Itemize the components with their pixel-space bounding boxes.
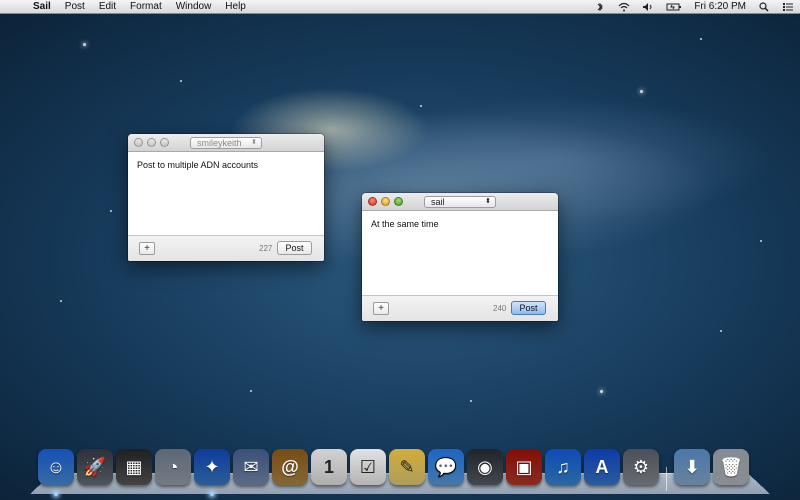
window-titlebar[interactable]: smileykeith ⬍ xyxy=(128,134,324,152)
character-count: 227 xyxy=(259,244,273,253)
running-indicator xyxy=(54,492,58,496)
photo-booth-glyph: ▣ xyxy=(515,456,533,477)
calendar-glyph: 1 xyxy=(323,456,334,477)
menu-format[interactable]: Format xyxy=(123,0,169,14)
wallpaper-star xyxy=(110,210,112,212)
account-select-value: sail xyxy=(431,197,445,207)
safari-icon[interactable]: ✦ xyxy=(194,449,230,485)
menu-edit[interactable]: Edit xyxy=(92,0,123,14)
itunes-glyph: ♫ xyxy=(556,456,570,477)
zoom-button[interactable] xyxy=(394,197,403,206)
minimize-button[interactable] xyxy=(381,197,390,206)
post-text: At the same time xyxy=(371,219,439,229)
mission-control-icon[interactable]: ▦ xyxy=(116,449,152,485)
wallpaper-star xyxy=(420,105,422,107)
notes-icon[interactable]: ✎ xyxy=(389,449,425,485)
character-count: 240 xyxy=(493,304,507,313)
menu-app-name[interactable]: Sail xyxy=(26,0,58,14)
account-select[interactable]: sail ⬍ xyxy=(424,196,496,208)
sail-window-sail: sail ⬍ At the same time + 240 Post xyxy=(362,193,558,321)
reminders-icon[interactable]: ☑ xyxy=(350,449,386,485)
wallpaper-star xyxy=(470,400,472,402)
wallpaper-star xyxy=(760,240,762,242)
minimize-button[interactable] xyxy=(147,138,156,147)
photo-booth-icon[interactable]: ▣ xyxy=(506,449,542,485)
post-text-area[interactable]: Post to multiple ADN accounts xyxy=(128,152,324,235)
zoom-button[interactable] xyxy=(160,138,169,147)
dock: ☺ 🚀 ▦ ◔ ✦ ✉ @1 ☑ ✎ 💬 ◉ ▣ ♫ A ⚙ ⬇ 🗑 xyxy=(38,449,768,496)
account-select[interactable]: smileykeith ⬍ xyxy=(190,137,262,149)
chevron-updown-icon: ⬍ xyxy=(485,198,491,205)
launchpad-icon[interactable]: 🚀 xyxy=(77,449,113,485)
post-text: Post to multiple ADN accounts xyxy=(137,160,259,170)
wallpaper-star xyxy=(83,43,86,46)
trash-glyph: 🗑 xyxy=(719,456,743,477)
running-indicator xyxy=(210,492,214,496)
clock[interactable]: Fri 6:20 PM xyxy=(688,0,752,14)
window-titlebar[interactable]: sail ⬍ xyxy=(362,193,558,211)
menu-bar: Sail Post Edit Format Window Help Fri 6:… xyxy=(0,0,800,14)
wallpaper-star xyxy=(600,390,603,393)
system-preferences-glyph: ⚙ xyxy=(632,456,650,477)
dashboard-glyph: ◔ xyxy=(167,456,179,477)
messages-glyph: 💬 xyxy=(434,456,458,477)
wallpaper-star xyxy=(60,300,62,302)
mail-icon[interactable]: ✉ xyxy=(233,449,269,485)
wifi-icon[interactable] xyxy=(612,2,636,12)
spotlight-icon[interactable] xyxy=(752,1,776,12)
downloads-folder-glyph: ⬇ xyxy=(684,456,700,477)
window-bottom-bar: + 240 Post xyxy=(362,295,558,321)
menu-post[interactable]: Post xyxy=(58,0,92,14)
itunes-icon[interactable]: ♫ xyxy=(545,449,581,485)
bluetooth-icon[interactable] xyxy=(588,2,612,12)
facetime-icon[interactable]: ◉ xyxy=(467,449,503,485)
add-attachment-button[interactable]: + xyxy=(373,302,389,315)
reminders-glyph: ☑ xyxy=(359,456,377,477)
dashboard-icon[interactable]: ◔ xyxy=(155,449,191,485)
wallpaper-star xyxy=(250,390,252,392)
battery-icon[interactable] xyxy=(660,2,688,12)
launchpad-glyph: 🚀 xyxy=(83,456,107,477)
chevron-updown-icon: ⬍ xyxy=(251,139,257,146)
downloads-folder-icon[interactable]: ⬇ xyxy=(674,449,710,485)
close-button[interactable] xyxy=(134,138,143,147)
mission-control-glyph: ▦ xyxy=(125,456,143,477)
trash-icon[interactable]: 🗑 xyxy=(713,449,749,485)
contacts-glyph: @ xyxy=(281,456,299,477)
mail-glyph: ✉ xyxy=(243,456,259,477)
sail-window-smileykeith: smileykeith ⬍ Post to multiple ADN accou… xyxy=(128,134,324,261)
window-bottom-bar: + 227 Post xyxy=(128,235,324,261)
finder-glyph: ☺ xyxy=(46,456,66,477)
menu-help[interactable]: Help xyxy=(218,0,253,14)
calendar-icon[interactable]: 1 xyxy=(311,449,347,485)
add-attachment-button[interactable]: + xyxy=(139,242,155,255)
messages-icon[interactable]: 💬 xyxy=(428,449,464,485)
speaker-icon[interactable] xyxy=(636,2,660,12)
wallpaper-star xyxy=(640,90,643,93)
contacts-icon[interactable]: @ xyxy=(272,449,308,485)
wallpaper-star xyxy=(700,38,702,40)
notification-center-icon[interactable] xyxy=(776,2,800,12)
app-store-icon[interactable]: A xyxy=(584,449,620,485)
post-button[interactable]: Post xyxy=(277,241,312,255)
dock-separator xyxy=(666,467,667,491)
menu-window[interactable]: Window xyxy=(169,0,219,14)
post-text-area[interactable]: At the same time xyxy=(362,211,558,295)
post-button[interactable]: Post xyxy=(511,301,546,315)
system-preferences-icon[interactable]: ⚙ xyxy=(623,449,659,485)
close-button[interactable] xyxy=(368,197,377,206)
app-store-glyph: A xyxy=(595,456,609,477)
facetime-glyph: ◉ xyxy=(477,456,493,477)
finder-icon[interactable]: ☺ xyxy=(38,449,74,485)
account-select-value: smileykeith xyxy=(197,138,242,148)
notes-glyph: ✎ xyxy=(399,456,415,477)
safari-glyph: ✦ xyxy=(204,456,220,477)
wallpaper-star xyxy=(720,330,722,332)
wallpaper-star xyxy=(180,80,182,82)
